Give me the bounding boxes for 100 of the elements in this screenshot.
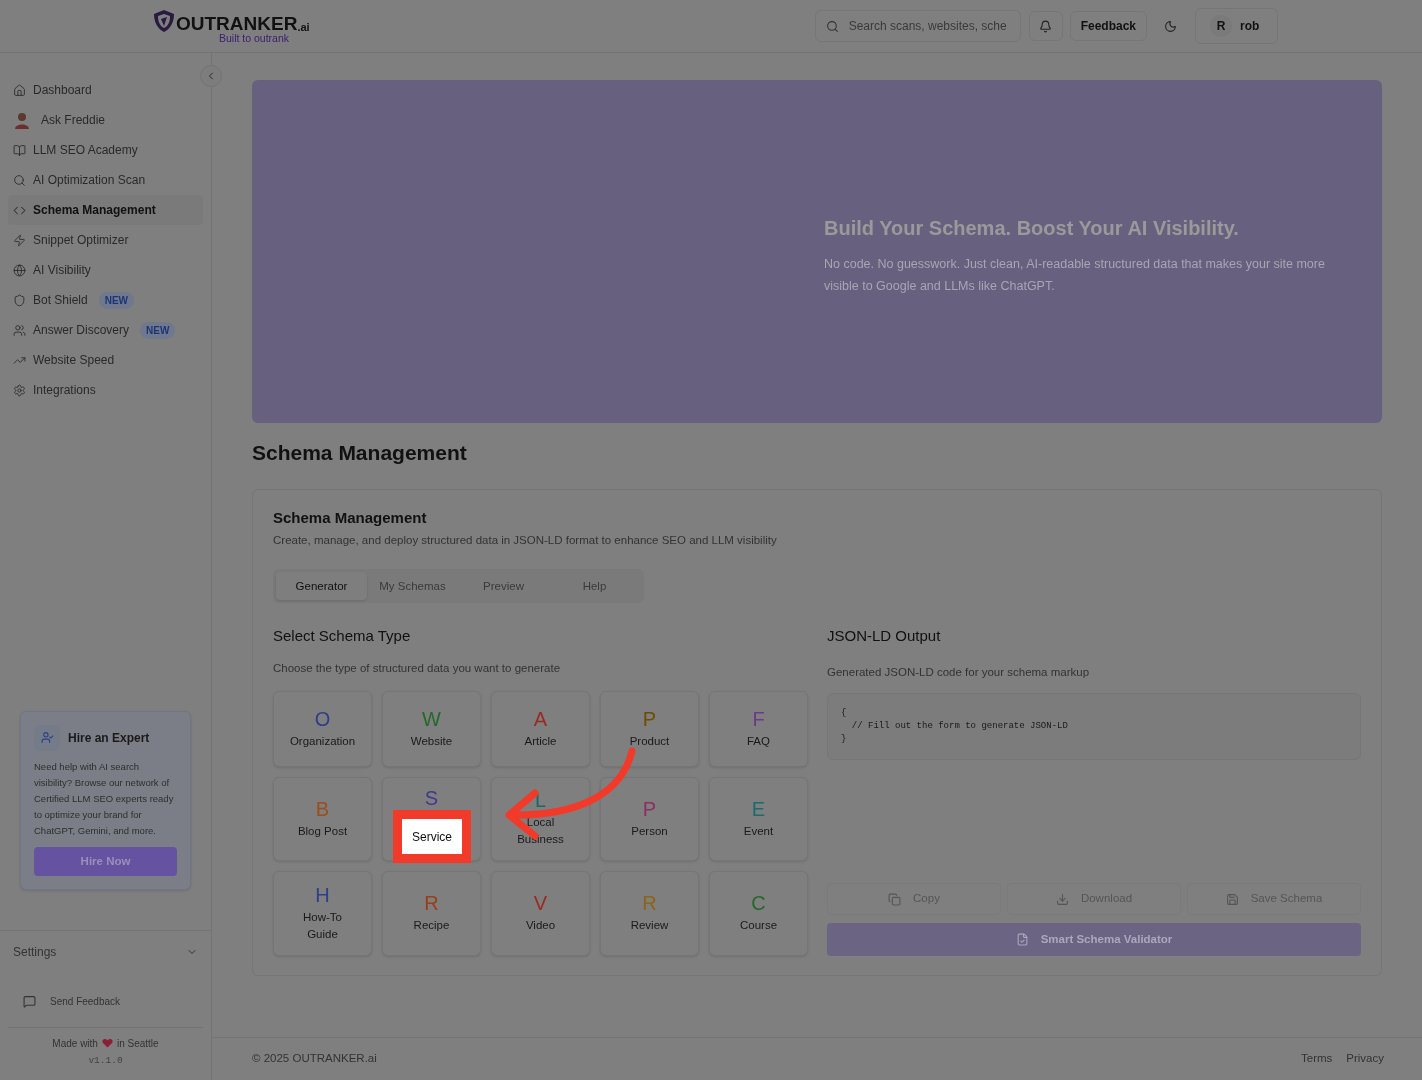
heart-icon [101, 1038, 113, 1049]
logo-tagline: Built to outrank [219, 32, 291, 44]
schema-type-card[interactable]: V Video [491, 871, 590, 956]
type-letter: B [315, 798, 330, 819]
schema-type-card[interactable]: H How-To Guide [273, 871, 372, 956]
schema-type-card[interactable]: A Article [491, 691, 590, 767]
footer-link[interactable]: Terms [1301, 1050, 1333, 1068]
type-letter: A [533, 708, 548, 729]
panel-title: Schema Management [273, 507, 428, 528]
type-label: Organization [289, 733, 356, 749]
lightning-icon [13, 233, 26, 247]
type-letter: R [642, 893, 657, 913]
bell-icon [1039, 19, 1053, 33]
type-label: Product [629, 733, 670, 749]
schema-type-card[interactable]: F FAQ [709, 691, 808, 767]
sidebar-item[interactable]: Ask Freddie [8, 105, 203, 135]
hero-subtitle: No code. No guesswork. Just clean, AI-readable structured data that makes your site more visible to Google and LLMs like ChatGPT. [824, 255, 1326, 295]
schema-type-card[interactable]: C Course [709, 871, 808, 956]
sidebar-item[interactable]: Website Speed [8, 345, 203, 375]
tab[interactable]: Preview [458, 572, 549, 601]
made-with-text: Made with [52, 1036, 98, 1051]
book-icon [13, 143, 26, 157]
download-icon [1055, 892, 1069, 906]
user-menu[interactable]: R rob [1195, 8, 1278, 44]
type-label: Event [743, 823, 774, 839]
type-letter: E [751, 798, 766, 819]
highlight-callout: Service [393, 810, 471, 863]
schema-type-card[interactable]: P Product [600, 691, 699, 767]
type-letter: R [424, 893, 439, 913]
message-icon [23, 994, 36, 1008]
type-label: Blog Post [297, 823, 348, 839]
type-label: Video [525, 918, 556, 933]
type-label: FAQ [747, 733, 770, 749]
tab[interactable]: Help [549, 572, 640, 601]
type-label: Website [410, 733, 453, 749]
schema-type-card[interactable]: B Blog Post [273, 777, 372, 861]
search-icon [13, 173, 26, 187]
type-label: Person [631, 823, 668, 839]
users-icon [13, 323, 26, 337]
sidebar-item[interactable]: Dashboard [8, 75, 203, 105]
panel-description: Create, manage, and deploy structured data in JSON-LD format to enhance SEO and LLM visibility [273, 533, 778, 548]
search-field[interactable]: Search scans, websites, sche [814, 10, 1021, 42]
type-letter: P [642, 708, 657, 729]
feedback-button[interactable]: Feedback [1069, 11, 1147, 41]
type-letter: P [642, 798, 657, 819]
home-icon [13, 83, 26, 97]
sidebar-item[interactable]: AI Optimization Scan [8, 165, 203, 195]
footer-link[interactable]: Privacy [1346, 1050, 1384, 1068]
avatar-icon [13, 111, 31, 129]
schema-type-card[interactable]: W Website [382, 691, 481, 767]
type-letter: H [315, 884, 330, 905]
type-label: Article [524, 733, 557, 749]
globe-icon [13, 263, 26, 277]
type-letter: S [424, 788, 439, 808]
hire-now-button[interactable]: Hire Now [34, 846, 177, 876]
type-label: How-To Guide [302, 909, 343, 942]
logo-suffix: .ai [297, 21, 310, 33]
section-description: Choose the type of structured data you want to generate [273, 660, 562, 676]
sidebar-item[interactable]: LLM SEO Academy [8, 135, 203, 165]
sidebar-item[interactable]: Snippet Optimizer [8, 225, 203, 255]
sidebar-item[interactable]: AI Visibility [8, 255, 203, 285]
shield-logo-icon [152, 8, 176, 33]
send-feedback-link[interactable]: Send Feedback [23, 993, 121, 1009]
sidebar-item[interactable]: Answer Discovery NEW [8, 315, 203, 345]
section-title: Select Schema Type [273, 626, 412, 647]
page-title: Schema Management [252, 440, 468, 466]
sidebar-item[interactable]: Bot Shield NEW [8, 285, 203, 315]
schema-type-card[interactable]: O Organization [273, 691, 372, 767]
schema-type-card[interactable]: E Event [709, 777, 808, 861]
version-text: v1.1.0 [88, 1053, 123, 1068]
file-check-icon [1015, 933, 1029, 946]
notifications-button[interactable] [1028, 11, 1063, 41]
schema-type-card[interactable]: S Service [382, 777, 481, 861]
hire-text: Need help with AI search visibility? Browse our network of Certified LLM SEO experts ready to optimize your brand for ChatGPT, Gemini, and more. [34, 759, 175, 838]
schema-type-card[interactable]: R Recipe [382, 871, 481, 956]
new-badge: NEW [140, 321, 176, 339]
sidebar-item[interactable]: Schema Management [8, 195, 203, 225]
expert-icon [34, 724, 60, 751]
sidebar-item[interactable]: Integrations [8, 375, 203, 405]
settings-icon [13, 383, 26, 397]
copyright-text: © 2025 OUTRANKER.ai [252, 1051, 377, 1067]
copy-icon [888, 892, 902, 906]
hero-title: Build Your Schema. Boost Your AI Visibility. [824, 215, 1240, 241]
validator-button[interactable]: Smart Schema Validator [827, 923, 1361, 956]
collapse-button[interactable] [200, 65, 222, 87]
type-letter: O [314, 708, 331, 729]
schema-type-card[interactable]: P Person [600, 777, 699, 861]
tab[interactable]: Generator [276, 572, 367, 601]
tab[interactable]: My Schemas [367, 572, 458, 601]
output-description: Generated JSON-LD code for your schema markup [827, 664, 1091, 680]
schema-type-card[interactable]: R Review [600, 871, 699, 956]
type-label: Local Business [516, 815, 565, 847]
type-label: Course [739, 918, 778, 933]
type-label: Review [630, 918, 669, 933]
settings-toggle[interactable]: Settings [13, 942, 198, 961]
moon-icon [1163, 19, 1177, 33]
type-letter: C [751, 893, 766, 913]
shield-icon [13, 293, 26, 307]
save-icon [1225, 892, 1239, 906]
logo-text: OUTRANKER [176, 13, 298, 33]
